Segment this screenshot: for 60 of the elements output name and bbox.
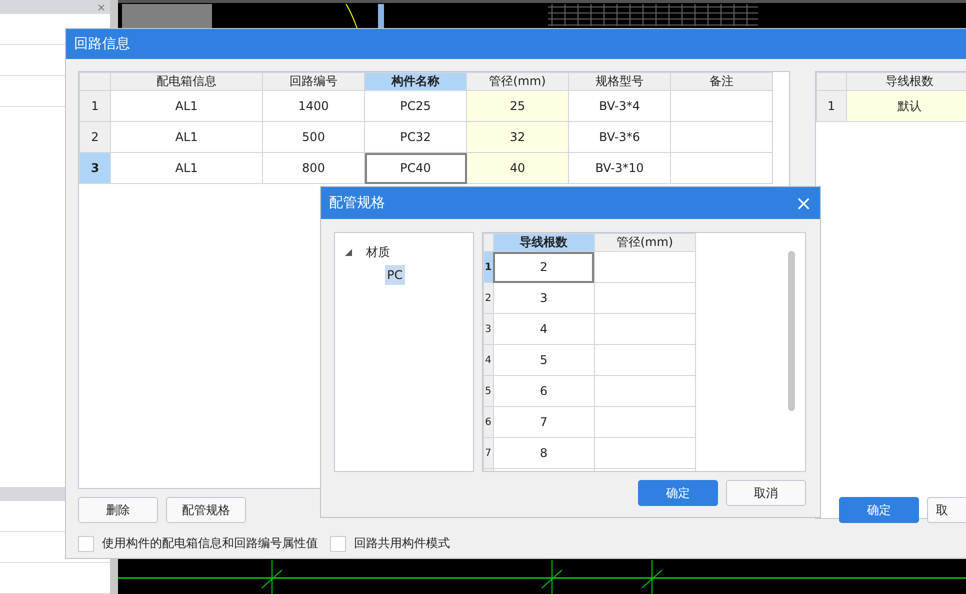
action-button[interactable]: 配管规格 bbox=[166, 497, 246, 523]
row-header[interactable]: 1 bbox=[483, 252, 494, 282]
table-cell[interactable]: 3 bbox=[493, 282, 594, 314]
row-header[interactable]: 1 bbox=[816, 90, 846, 122]
row-header[interactable]: 5 bbox=[483, 376, 494, 406]
table-cell[interactable]: AL1 bbox=[110, 152, 262, 184]
window-title: 配管规格 bbox=[329, 194, 385, 212]
table-cell[interactable]: 默认 bbox=[846, 90, 966, 122]
row-header[interactable]: 2 bbox=[80, 122, 110, 152]
column-header[interactable]: 导线根数 bbox=[493, 234, 594, 252]
tree-item[interactable]: 材质 bbox=[364, 241, 392, 264]
column-header[interactable]: 构件名称 bbox=[364, 72, 466, 90]
row-header[interactable]: 6 bbox=[483, 406, 494, 438]
column-header[interactable]: 管径(mm) bbox=[594, 234, 696, 252]
row-header[interactable]: 4 bbox=[483, 344, 494, 376]
column-header[interactable]: 备注 bbox=[670, 72, 772, 90]
table-cell[interactable]: 5 bbox=[493, 344, 594, 376]
scrollbar[interactable] bbox=[788, 251, 795, 411]
row-header[interactable]: 7 bbox=[483, 438, 494, 468]
row-header[interactable]: 3 bbox=[80, 152, 110, 184]
column-header[interactable]: 导线根数 bbox=[846, 72, 966, 90]
table-cell[interactable]: AL1 bbox=[110, 122, 262, 152]
row-header[interactable]: 1 bbox=[80, 90, 110, 122]
table-cell[interactable]: 8 bbox=[493, 438, 594, 468]
table-cell[interactable]: BV-3*6 bbox=[568, 122, 670, 152]
table-cell[interactable]: 4 bbox=[493, 314, 594, 344]
expanded-triangle-icon[interactable] bbox=[345, 249, 352, 256]
table-cell[interactable]: 40 bbox=[466, 152, 568, 184]
table-cell[interactable]: 1400 bbox=[262, 90, 364, 122]
confirm-button[interactable]: 确定 bbox=[839, 497, 919, 523]
checkbox[interactable] bbox=[330, 536, 346, 552]
window-title: 回路信息 bbox=[74, 35, 130, 53]
table-cell[interactable]: PC32 bbox=[364, 122, 466, 152]
checkbox-label: 回路共用构件模式 bbox=[354, 535, 450, 552]
checkbox-label: 使用构件的配电箱信息和回路编号属性值 bbox=[102, 535, 318, 552]
table-cell[interactable]: PC40 bbox=[364, 152, 466, 184]
table-cell[interactable]: BV-3*10 bbox=[568, 152, 670, 184]
row-header[interactable]: 2 bbox=[483, 282, 494, 314]
table-cell[interactable]: AL1 bbox=[110, 90, 262, 122]
table-cell[interactable]: BV-3*4 bbox=[568, 90, 670, 122]
table-cell[interactable]: 32 bbox=[466, 122, 568, 152]
table-cell[interactable]: 2 bbox=[493, 252, 594, 282]
tree-item[interactable]: PC bbox=[385, 265, 405, 285]
confirm-button[interactable]: 确定 bbox=[638, 480, 718, 506]
cancel-button[interactable]: 取消 bbox=[726, 480, 806, 506]
table-cell[interactable]: 25 bbox=[466, 90, 568, 122]
close-icon[interactable]: × bbox=[795, 193, 812, 213]
checkbox[interactable] bbox=[78, 536, 94, 552]
column-header[interactable]: 规格型号 bbox=[568, 72, 670, 90]
action-button[interactable]: 删除 bbox=[78, 497, 158, 523]
table-cell[interactable]: 500 bbox=[262, 122, 364, 152]
column-header[interactable]: 配电箱信息 bbox=[110, 72, 262, 90]
table-cell[interactable]: PC25 bbox=[364, 90, 466, 122]
row-header[interactable]: 3 bbox=[483, 314, 494, 344]
table-cell[interactable]: 800 bbox=[262, 152, 364, 184]
column-header[interactable]: 回路编号 bbox=[262, 72, 364, 90]
table-cell[interactable]: 6 bbox=[493, 376, 594, 406]
table-cell[interactable]: 7 bbox=[493, 406, 594, 438]
cancel-button[interactable]: 取 bbox=[927, 497, 966, 523]
column-header[interactable]: 管径(mm) bbox=[466, 72, 568, 90]
